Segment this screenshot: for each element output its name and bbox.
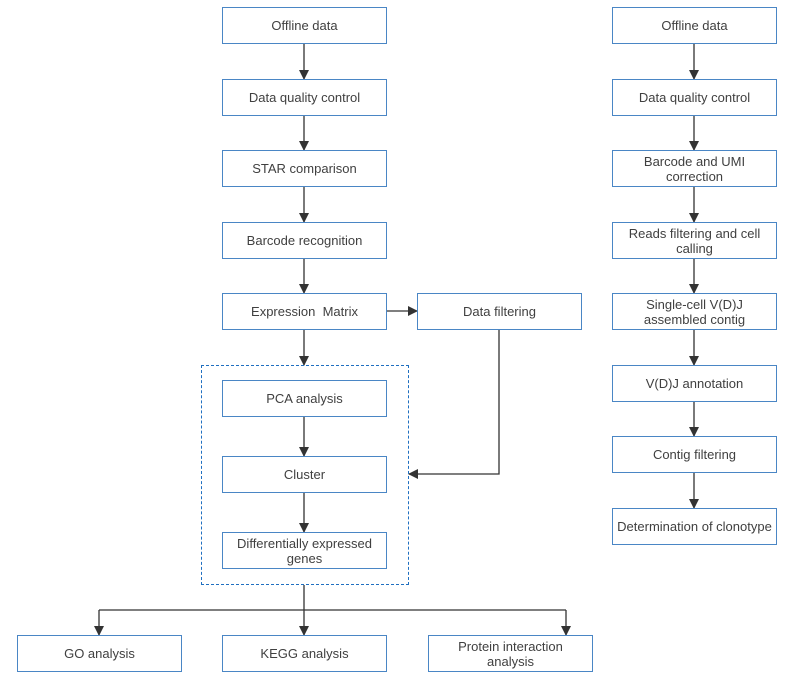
node-vdj-annotation: V(D)J annotation bbox=[612, 365, 777, 402]
node-barcode-umi-correction: Barcode and UMI correction bbox=[612, 150, 777, 187]
node-determination-of-clonotype: Determination of clonotype bbox=[612, 508, 777, 545]
node-data-quality-control-vdj: Data quality control bbox=[612, 79, 777, 116]
node-vdj-assembled-contig: Single-cell V(D)J assembled contig bbox=[612, 293, 777, 330]
node-barcode-recognition: Barcode recognition bbox=[222, 222, 387, 259]
node-differentially-expressed-genes: Differentially expressed genes bbox=[222, 532, 387, 569]
node-star-comparison: STAR comparison bbox=[222, 150, 387, 187]
node-go-analysis: GO analysis bbox=[17, 635, 182, 672]
node-kegg-analysis: KEGG analysis bbox=[222, 635, 387, 672]
node-data-filtering: Data filtering bbox=[417, 293, 582, 330]
node-expression-matrix: Expression Matrix bbox=[222, 293, 387, 330]
node-protein-interaction-analysis: Protein interaction analysis bbox=[428, 635, 593, 672]
node-data-quality-control: Data quality control bbox=[222, 79, 387, 116]
node-reads-filtering-cell-calling: Reads filtering and cell calling bbox=[612, 222, 777, 259]
node-contig-filtering: Contig filtering bbox=[612, 436, 777, 473]
node-offline-data: Offline data bbox=[222, 7, 387, 44]
node-pca-analysis: PCA analysis bbox=[222, 380, 387, 417]
node-offline-data-vdj: Offline data bbox=[612, 7, 777, 44]
node-cluster: Cluster bbox=[222, 456, 387, 493]
flowchart: Offline data Data quality control STAR c… bbox=[0, 0, 800, 695]
arrow bbox=[408, 329, 500, 479]
